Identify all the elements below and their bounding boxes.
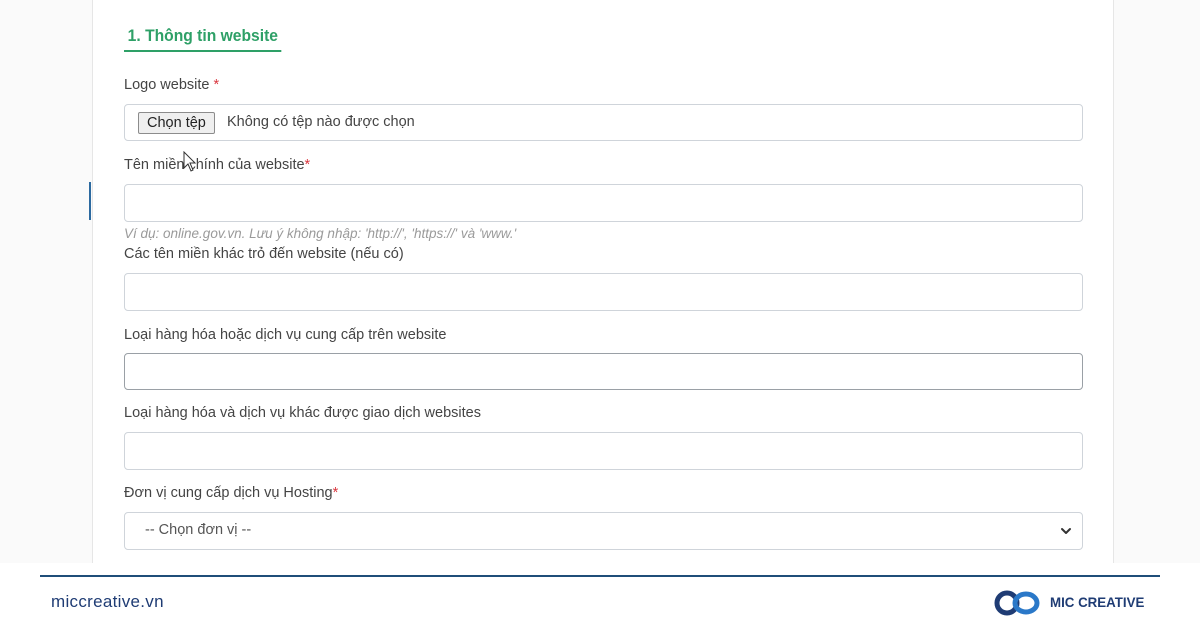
infinity-logo <box>994 590 1040 616</box>
brand-name: MIC CREATIVE <box>1050 594 1145 610</box>
hosting-label-text: Đơn vị cung cấp dịch vụ Hosting <box>124 485 333 501</box>
hosting-selected-value: -- Chọn đơn vị -- <box>145 522 252 538</box>
logo-label-text: Logo website <box>124 77 214 93</box>
left-accent-mark <box>89 182 91 220</box>
main-domain-hint: Ví dụ: online.gov.vn. Lưu ý không nhập: … <box>124 226 517 241</box>
required-mark: * <box>332 485 339 501</box>
form-screenshot: 1. Thông tin website Logo website * Chọn… <box>0 0 1200 563</box>
goods-types-label: Loại hàng hóa hoặc dịch vụ cung cấp trên… <box>124 327 447 343</box>
chevron-down-icon <box>1061 528 1071 534</box>
main-domain-input[interactable] <box>124 184 1083 222</box>
choose-file-button[interactable]: Chọn tệp <box>138 112 215 134</box>
other-domains-input[interactable] <box>124 273 1083 311</box>
logo-label: Logo website * <box>124 77 219 93</box>
section-title: 1. Thông tin website <box>124 26 282 52</box>
goods-types-input[interactable] <box>124 353 1083 390</box>
file-status-text: Không có tệp nào được chọn <box>227 114 415 130</box>
mouse-pointer-icon <box>183 151 197 172</box>
hosting-label: Đơn vị cung cấp dịch vụ Hosting* <box>124 485 338 501</box>
footer-site-link[interactable]: miccreative.vn <box>51 592 164 612</box>
hosting-select[interactable]: -- Chọn đơn vị -- <box>124 512 1083 550</box>
required-mark: * <box>213 77 220 93</box>
other-domains-label: Các tên miền khác trỏ đến website (nếu c… <box>124 246 404 262</box>
required-mark: * <box>304 157 311 173</box>
footer-divider <box>40 575 1160 577</box>
main-domain-label: Tên miền chính của website* <box>124 157 310 173</box>
other-goods-label: Loại hàng hóa và dịch vụ khác được giao … <box>124 405 481 421</box>
other-goods-input[interactable] <box>124 432 1083 470</box>
logo-file-input[interactable]: Chọn tệp Không có tệp nào được chọn <box>124 104 1083 141</box>
main-domain-label-text: Tên miền chính của website <box>124 157 305 173</box>
